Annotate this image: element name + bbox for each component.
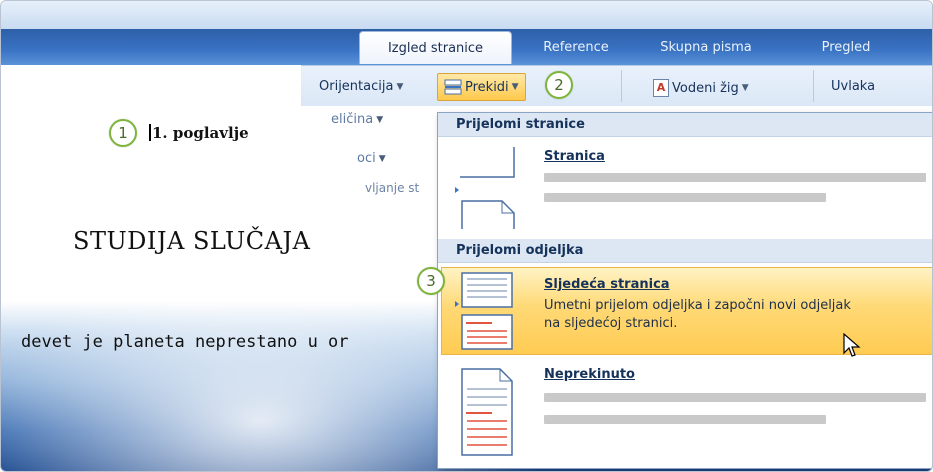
ribbon-separator: [621, 70, 622, 102]
size-label: eličina: [331, 112, 374, 127]
desc-placeholder-bar: [544, 415, 826, 424]
next-page-desc-line-1: Umetni prijelom odjeljka i započni novi …: [544, 298, 851, 313]
chevron-down-icon: ▼: [511, 82, 519, 92]
callout-3: 3: [417, 267, 445, 295]
hyphenation-button[interactable]: vljanje st: [365, 181, 419, 195]
orientation-label: Orijentacija: [319, 79, 394, 94]
chapter-text: 1. poglavlje: [152, 124, 249, 142]
chapter-heading: 1. poglavlje: [149, 124, 249, 142]
tab-page-layout[interactable]: Izgled stranice: [359, 31, 512, 64]
page-break-icon: [455, 147, 515, 229]
continuous-title: Neprekinuto: [544, 367, 635, 382]
next-page-title: Sljedeća stranica: [544, 277, 670, 292]
page-item-title: Stranica: [544, 149, 605, 164]
next-page-desc-line-2: na sljedećoj stranici.: [544, 316, 678, 331]
desc-placeholder-bar: [544, 393, 926, 402]
watermark-icon: A: [653, 79, 669, 97]
page-breaks-header: Prijelomi stranice: [438, 113, 932, 137]
breaks-button[interactable]: Prekidi ▼: [437, 73, 526, 101]
columns-label: oci: [357, 151, 376, 166]
size-button[interactable]: eličina ▼: [331, 112, 383, 127]
breaks-icon: [444, 79, 462, 95]
desc-placeholder-bar: [544, 173, 926, 182]
menu-item-continuous[interactable]: Neprekinuto: [438, 357, 932, 465]
text-cursor: [149, 124, 151, 141]
desc-placeholder-bar: [544, 193, 826, 202]
mouse-pointer-icon: [843, 333, 861, 357]
next-page-break-icon: [455, 272, 513, 350]
callout-2: 2: [545, 71, 573, 99]
word-window: Izgled stranice Reference Skupna pisma P…: [0, 0, 933, 472]
watermark-button[interactable]: A Vodeni žig ▼: [653, 79, 749, 97]
watermark-label: Vodeni žig: [672, 80, 739, 96]
callout-1: 1: [109, 119, 137, 147]
continuous-break-icon: [461, 368, 513, 456]
chevron-down-icon: ▼: [376, 114, 384, 125]
indent-text: Uvlaka: [831, 79, 876, 94]
title-strip: [1, 1, 932, 29]
columns-button[interactable]: oci ▼: [357, 151, 386, 166]
breaks-dropdown: Prijelomi stranice Stranica Prijelomi od…: [437, 112, 932, 469]
chevron-down-icon: ▼: [396, 81, 404, 92]
document-title: STUDIJA SLUČAJA: [73, 227, 311, 255]
orientation-button[interactable]: Orijentacija ▼: [319, 79, 403, 94]
hyphenation-label: vljanje st: [365, 181, 420, 195]
indent-label: Uvlaka: [831, 79, 875, 94]
tab-references[interactable]: Reference: [521, 31, 631, 63]
section-breaks-header: Prijelomi odjeljka: [438, 239, 932, 263]
tab-mailings[interactable]: Skupna pisma: [641, 31, 771, 63]
document-body-text: devet je planeta neprestano u or: [21, 332, 349, 352]
breaks-label: Prekidi: [465, 79, 509, 95]
menu-item-page[interactable]: Stranica: [438, 137, 932, 239]
chevron-down-icon: ▼: [741, 83, 749, 93]
tab-review[interactable]: Pregled: [791, 31, 901, 63]
chevron-down-icon: ▼: [378, 153, 386, 164]
ribbon-separator: [813, 70, 814, 102]
